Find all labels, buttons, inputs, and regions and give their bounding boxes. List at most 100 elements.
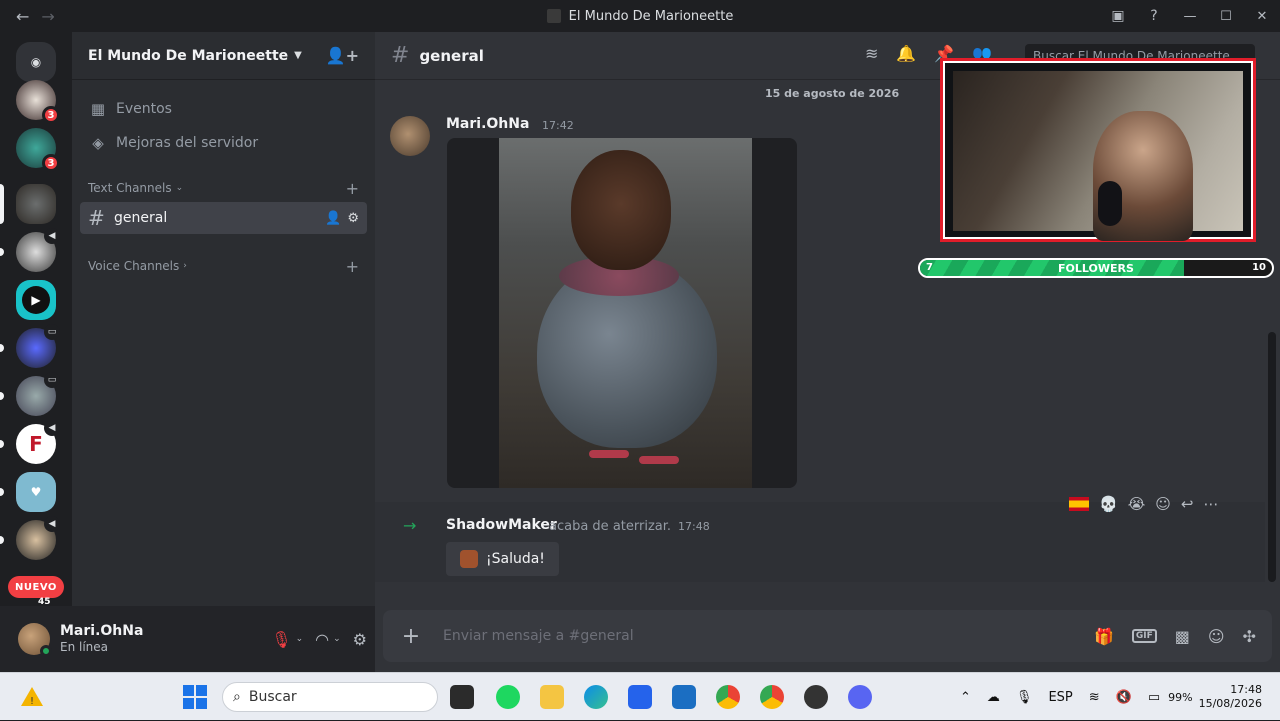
unread-badge: 3 [42,106,60,124]
discord-taskbar-icon[interactable] [848,685,872,709]
volume-muted-icon[interactable]: 🔇 [1116,690,1132,705]
chevron-down-icon: ▼ [294,50,302,61]
screen-icon: ▭ [44,372,60,388]
message-author[interactable]: ShadowMaker [446,517,557,533]
new-unreads-pill[interactable]: NUEVO [8,576,64,598]
avatar[interactable] [18,623,52,657]
spotify-icon[interactable] [496,685,520,709]
server-icon-10[interactable]: ◀ [16,516,60,560]
start-button[interactable] [183,685,207,709]
server-icon-current[interactable] [16,184,56,224]
gif-button[interactable]: GIF [1131,629,1157,643]
store-icon[interactable] [628,685,652,709]
sidebar-item-boosts[interactable]: ◈ Mejoras del servidor [80,126,367,160]
server-icon-1[interactable]: 3 [16,80,60,124]
task-view-icon[interactable] [450,685,474,709]
unread-indicator [0,488,4,496]
apps-icon[interactable]: ✣ [1243,627,1256,646]
battery-icon[interactable]: ▭ [1148,690,1160,705]
gear-icon[interactable]: ⚙ [347,211,359,226]
more-options-icon[interactable]: ⋯ [1203,495,1218,513]
message-timestamp: 17:42 [542,119,574,132]
discord-home-icon[interactable]: ◉ [16,42,56,82]
create-channel-icon[interactable]: + [346,179,359,198]
sticker-icon[interactable]: ▩ [1175,627,1190,646]
outlook-icon[interactable] [672,685,696,709]
reply-icon[interactable]: ↩ [1181,495,1194,513]
microphone-icon[interactable]: 🎙 [1016,690,1033,705]
user-settings-button[interactable]: ⚙ [353,630,367,649]
minimize-button[interactable]: — [1172,0,1208,32]
clock[interactable]: 17:48 15/08/2026 [1199,683,1262,712]
inbox-icon[interactable]: ▣ [1100,0,1136,32]
message-composer[interactable]: + Enviar mensaje a #general 🎁 GIF ▩ ☺ ✣ [383,610,1272,662]
weather-warning-icon[interactable]: ! [20,685,44,709]
server-icon-6[interactable]: ▭ [16,324,60,368]
online-status-dot [40,645,52,657]
crying-emoji-icon[interactable]: 😭 [1128,495,1146,513]
spain-flag-emoji-icon[interactable] [1069,497,1089,511]
headphones-icon: ◠ [315,629,330,649]
server-icon-7[interactable]: ▭ [16,372,60,416]
skull-emoji-icon[interactable]: 💀 [1099,495,1118,513]
category-voice-channels[interactable]: Voice Channels › + [80,254,367,278]
selected-indicator [0,184,4,224]
taskbar-search[interactable]: ⌕ Buscar [222,682,438,712]
wave-button[interactable]: ¡Saluda! [446,542,559,576]
invite-people-icon[interactable]: 👤+ [326,46,359,65]
chrome-profile-icon[interactable] [760,685,784,709]
chevron-up-icon[interactable]: ⌃ [960,690,971,705]
close-button[interactable]: ✕ [1244,0,1280,32]
avatar[interactable] [390,116,430,156]
username: Mari.OhNa [60,623,144,640]
deafen-button[interactable]: ◠ ⌄ [315,630,341,649]
threads-icon[interactable]: ≋ [865,44,878,63]
server-icon-9[interactable]: ♥ [16,472,56,512]
wave-sticker-icon [460,550,478,568]
server-icon-2[interactable]: 3 [16,128,60,172]
message-author[interactable]: Mari.OhNa [446,116,529,132]
mute-mic-button[interactable]: 🎙 ⌄ [271,630,303,649]
gift-icon[interactable]: 🎁 [1094,627,1114,646]
emoji-icon[interactable]: ☺ [1208,627,1225,646]
sidebar-item-events[interactable]: ▦ Eventos [80,92,367,126]
chevron-down-icon: ⌄ [295,634,304,644]
back-arrow-icon[interactable]: ← [16,7,29,26]
bell-icon[interactable]: 🔔 [896,44,916,63]
image-attachment[interactable] [447,138,797,488]
scrollbar[interactable] [1268,332,1276,582]
battery-percent: 99% [1168,690,1193,704]
server-icon-4[interactable]: ◀ [16,228,60,272]
language-indicator[interactable]: ESP [1048,690,1072,705]
system-action-text: acaba de aterrizar. [549,519,672,534]
edge-icon[interactable] [584,685,608,709]
channel-sidebar: El Mundo De Marioneette ▼ 👤+ ▦ Eventos ◈… [72,32,375,606]
message-hover-toolbar: 💀 😭 ☺ ↩ ⋯ [1069,490,1218,518]
chrome-icon[interactable] [716,685,740,709]
cloud-icon[interactable]: ☁ [987,690,1000,705]
category-text-channels[interactable]: Text Channels ⌄ + [80,176,367,200]
clock-time: 17:48 [1230,682,1262,696]
clock-date: 15/08/2026 [1198,697,1262,710]
channel-general[interactable]: # general 👤 ⚙ [80,202,367,234]
server-header[interactable]: El Mundo De Marioneette ▼ 👤+ [72,32,375,80]
file-explorer-icon[interactable] [540,685,564,709]
message-input[interactable]: Enviar mensaje a #general [443,628,634,644]
forward-arrow-icon[interactable]: → [41,7,54,26]
sidebar-item-label: Mejoras del servidor [116,135,259,151]
user-status: En línea [60,640,109,655]
pigeon-foot-shape [639,456,679,464]
wifi-icon[interactable]: ≋ [1089,690,1100,705]
invite-icon[interactable]: 👤 [325,211,341,226]
unread-badge: 3 [42,154,60,172]
add-reaction-icon[interactable]: ☺ [1155,495,1171,513]
create-channel-icon[interactable]: + [346,257,359,276]
help-icon[interactable]: ? [1136,0,1172,32]
obs-icon[interactable] [804,685,828,709]
screen-icon: ▭ [44,324,60,340]
add-attachment-icon[interactable]: + [399,624,423,649]
server-icon-play[interactable]: ▶ [16,280,56,320]
unread-indicator [0,344,4,352]
server-icon-8[interactable]: F ◀ [16,420,60,464]
maximize-button[interactable]: ☐ [1208,0,1244,32]
